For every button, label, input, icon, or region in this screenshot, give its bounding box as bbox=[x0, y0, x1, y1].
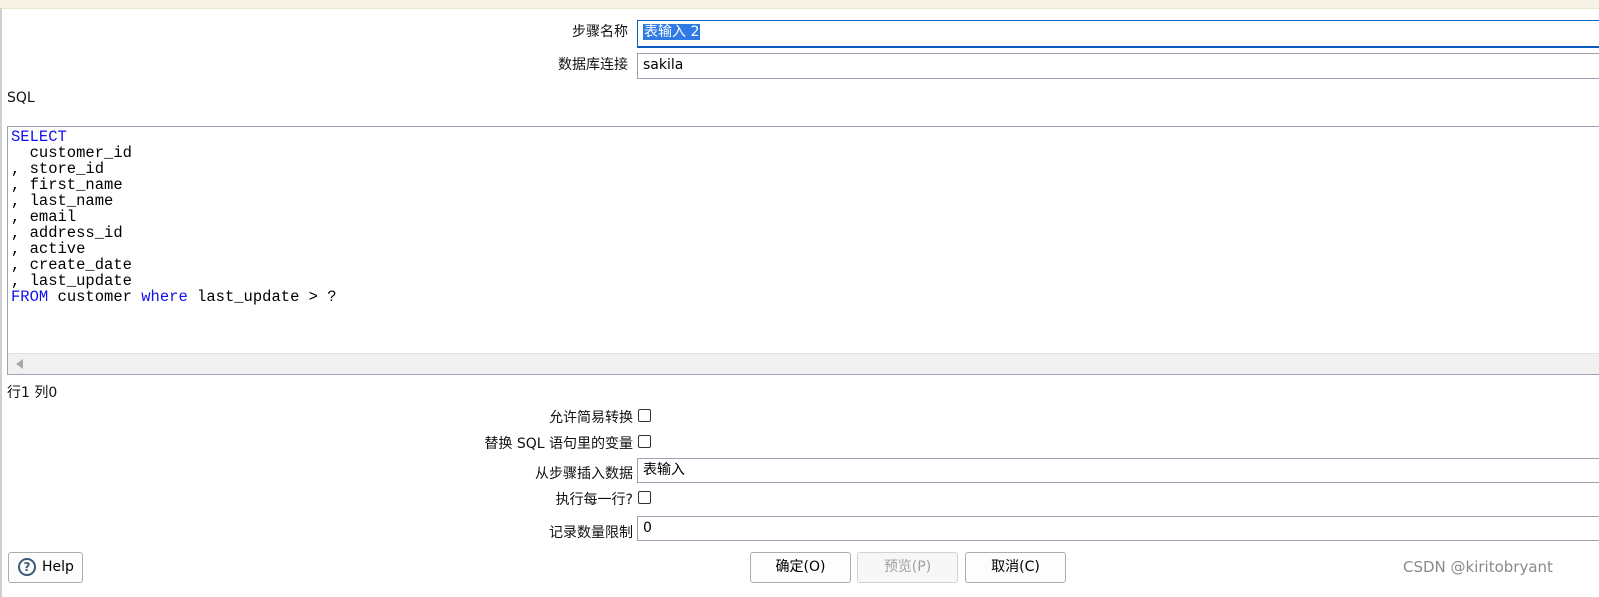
execute-each-row-label: 执行每一行? bbox=[555, 492, 633, 508]
replace-variables-checkbox[interactable] bbox=[638, 435, 651, 448]
preview-button[interactable]: 预览(P) bbox=[857, 552, 958, 583]
sql-label: SQL bbox=[7, 90, 35, 106]
lazy-conversion-label: 允许简易转换 bbox=[549, 410, 633, 426]
sql-text: last_update > ? bbox=[187, 288, 337, 306]
cursor-position-status: 行1 列0 bbox=[7, 385, 58, 401]
help-button-label: Help bbox=[42, 559, 74, 575]
help-button[interactable]: ? Help bbox=[8, 552, 83, 583]
sql-code[interactable]: SELECT customer_id , store_id , first_na… bbox=[8, 127, 1599, 305]
arrow-left-icon[interactable] bbox=[16, 359, 23, 369]
help-circle-icon: ? bbox=[18, 558, 36, 576]
step-name-value: 表输入 2 bbox=[643, 24, 701, 40]
execute-each-row-checkbox[interactable] bbox=[638, 491, 651, 504]
limit-input[interactable]: 0 bbox=[637, 516, 1599, 541]
insert-data-from-step-value: 表输入 bbox=[643, 462, 685, 478]
db-connection-label: 数据库连接 bbox=[558, 57, 628, 73]
limit-label: 记录数量限制 bbox=[549, 525, 633, 541]
step-name-label: 步骤名称 bbox=[572, 24, 628, 40]
db-connection-select[interactable]: sakila bbox=[637, 53, 1599, 79]
sql-text: customer bbox=[48, 288, 142, 306]
sql-keyword: FROM bbox=[11, 288, 49, 306]
replace-variables-label: 替换 SQL 语句里的变量 bbox=[484, 436, 633, 452]
sql-line[interactable]: FROM customer where last_update > ? bbox=[11, 288, 337, 306]
db-connection-value: sakila bbox=[643, 57, 684, 73]
ok-button[interactable]: 确定(O) bbox=[750, 552, 851, 583]
window-left-edge bbox=[0, 8, 2, 597]
cancel-button[interactable]: 取消(C) bbox=[965, 552, 1066, 583]
insert-data-from-step-select[interactable]: 表输入 bbox=[637, 458, 1599, 483]
horizontal-scrollbar[interactable] bbox=[8, 353, 1599, 374]
window-top-strip bbox=[0, 0, 1599, 9]
insert-data-from-step-label: 从步骤插入数据 bbox=[535, 466, 633, 482]
step-name-input[interactable]: 表输入 2 bbox=[637, 20, 1599, 48]
sql-keyword: where bbox=[141, 288, 188, 306]
watermark: CSDN @kiritobryant bbox=[1403, 558, 1553, 576]
sql-editor[interactable]: SELECT customer_id , store_id , first_na… bbox=[7, 126, 1599, 375]
lazy-conversion-checkbox[interactable] bbox=[638, 409, 651, 422]
limit-value: 0 bbox=[643, 520, 652, 536]
